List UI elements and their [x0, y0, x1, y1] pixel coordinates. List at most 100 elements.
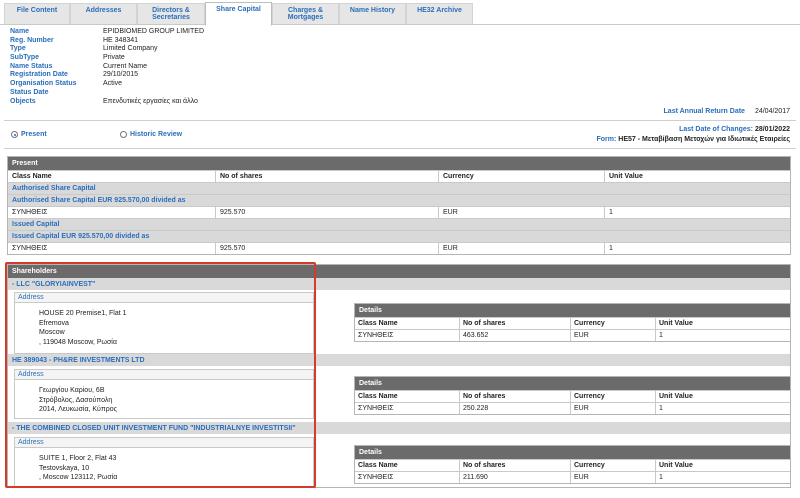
reg-label: Reg. Number	[10, 36, 54, 44]
cell-no-of-shares: 463.652	[459, 330, 570, 341]
cell-unit-value: 1	[604, 243, 790, 254]
form-label: Form:	[596, 136, 617, 143]
col-no-of-shares: No of shares	[459, 460, 570, 471]
table-row: ΣΥΝΗΘΕΙΣ 463.652 EUR 1	[355, 329, 790, 341]
table-header-row: Class Name No of shares Currency Unit Va…	[8, 170, 790, 182]
tab-divider	[0, 24, 800, 25]
lar-label: Last Annual Return Date	[663, 108, 745, 115]
tab-addresses[interactable]: Addresses	[70, 3, 137, 24]
organisation-status: Active	[103, 80, 123, 88]
org-status-label: Organisation Status	[10, 80, 77, 88]
cell-unit-value: 1	[655, 330, 790, 341]
cell-currency: EUR	[438, 243, 604, 254]
table-row: ΣΥΝΗΘΕΙΣ 250.228 EUR 1	[355, 402, 790, 414]
tab-name-history[interactable]: Name History	[339, 3, 406, 24]
address-line: Moscow	[39, 329, 65, 336]
name-status-label: Name Status	[10, 62, 53, 70]
cell-currency: EUR	[570, 330, 655, 341]
reg-number: HE 348341	[103, 36, 139, 44]
company-info: Name EPIDBIOMED GROUP LIMITED Reg. Number…	[10, 28, 204, 106]
address-box: Address HOUSE 20 Premise1, Flat 1 Efremo…	[14, 292, 314, 354]
col-class-name: Class Name	[12, 173, 52, 180]
cell-no-of-shares: 925.570	[215, 207, 438, 218]
cell-unit-value: 1	[655, 403, 790, 414]
address-box: Address Γεωργίου Καρίου, 6B Στρόβολος, Δ…	[14, 369, 314, 419]
cell-unit-value: 1	[604, 207, 790, 218]
address-line: 2014, Λευκωσία, Κύπρος	[39, 406, 117, 413]
tab-he32-archive[interactable]: HE32 Archive	[406, 3, 473, 24]
last-annual-return: Last Annual Return Date 24/04/2017	[664, 108, 790, 115]
details-table: Details Class Name No of shares Currency…	[354, 445, 791, 484]
issued-title: Issued Capital	[8, 218, 790, 230]
company-subtype: Private	[103, 54, 125, 62]
objects-value: Επενδυτικές εργασίες και άλλο	[103, 97, 198, 105]
tab-bar: File Content Addresses Directors & Secre…	[0, 0, 800, 26]
registration-date: 29/10/2015	[103, 71, 139, 79]
objects-label: Objects	[10, 97, 36, 105]
authorised-desc: Authorised Share Capital EUR 925.570,00 …	[8, 194, 790, 206]
shareholders-section: Shareholders - LLC "GLORYIAINVEST" Addre…	[7, 264, 791, 488]
cell-unit-value: 1	[655, 472, 790, 483]
shareholders-title: Shareholders	[8, 265, 790, 278]
address-line: Γεωργίου Καρίου, 6B	[39, 387, 105, 394]
col-currency: Currency	[438, 171, 604, 182]
historic-label: Historic Review	[130, 131, 183, 138]
authorised-title: Authorised Share Capital	[8, 182, 790, 194]
details-table: Details Class Name No of shares Currency…	[354, 376, 791, 415]
details-header-row: Class Name No of shares Currency Unit Va…	[355, 390, 790, 402]
address-line: Efremova	[39, 319, 69, 327]
shareholder-name[interactable]: - THE COMBINED CLOSED UNIT INVESTMENT FU…	[8, 422, 790, 434]
divider	[4, 120, 796, 121]
form-value: HE57 - Μεταβίβαση Μετοχών για Ιδιωτικές …	[618, 136, 790, 143]
shareholder-name[interactable]: HE 389043 - PH&RE INVESTMENTS LTD	[8, 354, 790, 366]
divider	[4, 148, 796, 149]
radio-icon	[120, 131, 127, 138]
table-row: ΣΥΝΗΘΕΙΣ 925.570 EUR 1	[8, 206, 790, 218]
shareholder-name[interactable]: - LLC "GLORYIAINVEST"	[8, 278, 790, 290]
last-changes-block: Last Date of Changes: 28/01/2022 Form: H…	[596, 126, 790, 143]
col-unit-value: Unit Value	[604, 171, 790, 182]
cell-no-of-shares: 211.690	[459, 472, 570, 483]
tab-charges[interactable]: Charges & Mortgages	[272, 3, 339, 24]
details-title: Details	[355, 304, 790, 317]
tab-share-capital[interactable]: Share Capital	[205, 2, 272, 26]
shareholder-2: HE 389043 - PH&RE INVESTMENTS LTD	[8, 354, 790, 366]
present-capital-table: Present Class Name No of shares Currency…	[7, 156, 791, 255]
address-line: Στρόβολος, Δασούπολη	[39, 396, 113, 404]
cell-class-name: ΣΥΝΗΘΕΙΣ	[358, 332, 394, 339]
status-date-label: Status Date	[10, 88, 49, 96]
tab-directors[interactable]: Directors & Secretaries	[137, 3, 205, 24]
present-radio[interactable]: Present	[11, 131, 47, 138]
table-row: ΣΥΝΗΘΕΙΣ 925.570 EUR 1	[8, 242, 790, 254]
tab-file-content[interactable]: File Content	[4, 3, 70, 24]
shareholder-3: - THE COMBINED CLOSED UNIT INVESTMENT FU…	[8, 422, 790, 434]
subtype-label: SubType	[10, 54, 40, 62]
col-unit-value: Unit Value	[655, 460, 790, 471]
cell-class-name: ΣΥΝΗΘΕΙΣ	[12, 209, 48, 216]
col-currency: Currency	[570, 391, 655, 402]
cell-no-of-shares: 250.228	[459, 403, 570, 414]
company-type: Limited Company	[103, 45, 158, 53]
col-class-name: Class Name	[358, 393, 398, 400]
last-changes-label: Last Date of Changes:	[679, 126, 753, 133]
details-title: Details	[355, 446, 790, 459]
last-changes-date: 28/01/2022	[754, 126, 790, 133]
type-label: Type	[10, 45, 26, 53]
cell-class-name: ΣΥΝΗΘΕΙΣ	[358, 405, 394, 412]
details-header-row: Class Name No of shares Currency Unit Va…	[355, 317, 790, 329]
details-table: Details Class Name No of shares Currency…	[354, 303, 791, 342]
address-label: Address	[15, 438, 313, 448]
address-label: Address	[15, 370, 313, 380]
cell-currency: EUR	[570, 472, 655, 483]
col-currency: Currency	[570, 460, 655, 471]
present-title: Present	[8, 157, 790, 170]
name-status: Current Name	[103, 62, 147, 70]
name-label: Name	[10, 28, 30, 35]
cell-class-name: ΣΥΝΗΘΕΙΣ	[12, 245, 48, 252]
col-no-of-shares: No of shares	[459, 318, 570, 329]
historic-radio[interactable]: Historic Review	[120, 131, 182, 138]
company-name: EPIDBIOMED GROUP LIMITED	[103, 28, 204, 35]
radio-selected-icon	[11, 131, 18, 138]
col-currency: Currency	[570, 318, 655, 329]
cell-currency: EUR	[438, 207, 604, 218]
